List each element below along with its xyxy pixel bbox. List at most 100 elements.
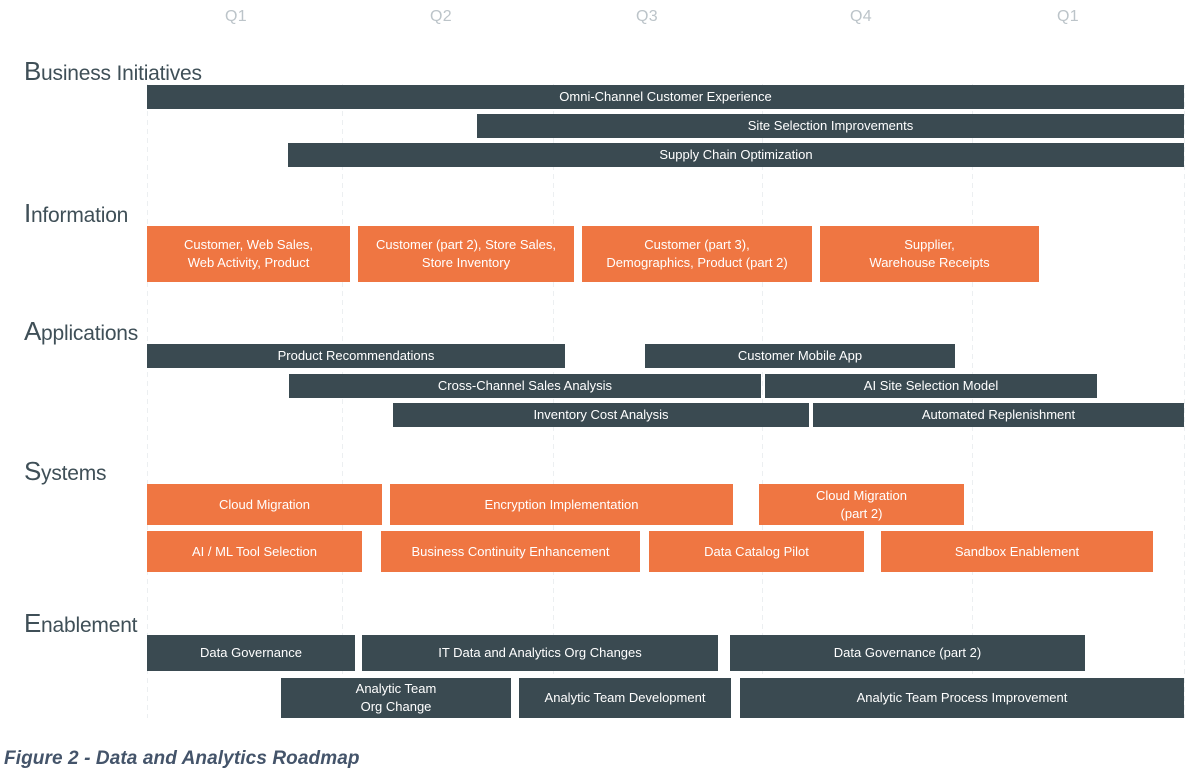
gridline-2: [553, 84, 554, 718]
roadmap-bar-label: Customer (part 3), Demographics, Product …: [606, 236, 787, 271]
roadmap-bar-label-line: Automated Replenishment: [921, 407, 1076, 423]
quarter-header-row: Q1 Q2 Q3 Q4 Q1: [0, 8, 1200, 36]
swimlane-label-initial: B: [24, 56, 42, 86]
roadmap-bar-label-line: Store Inventory: [421, 255, 511, 270]
roadmap-bar[interactable]: Analytic Team Process Improvement: [740, 678, 1184, 718]
roadmap-bar-label-line: Warehouse Receipts: [869, 255, 990, 270]
roadmap-bar-label: Analytic Team Development: [545, 689, 706, 707]
roadmap-bar-label-line: Customer, Web Sales,: [183, 237, 314, 253]
roadmap-bar[interactable]: Cloud Migration (part 2): [759, 484, 964, 525]
roadmap-bar-label: Customer, Web Sales, Web Activity, Produc…: [184, 236, 313, 271]
roadmap-bar-label: Cloud Migration: [219, 496, 310, 514]
swimlane-label-initial: E: [24, 608, 42, 638]
roadmap-bar[interactable]: Cloud Migration: [147, 484, 382, 525]
roadmap-bar-label: Cloud Migration (part 2): [816, 487, 907, 522]
roadmap-bar-label-line: Analytic Team Development: [544, 690, 706, 706]
roadmap-bar[interactable]: Supply Chain Optimization: [288, 143, 1184, 167]
roadmap-bar-label-line: Business Continuity Enhancement: [411, 543, 610, 559]
roadmap-bar-label: Omni-Channel Customer Experience: [559, 88, 771, 106]
quarter-label-1: Q2: [430, 8, 452, 25]
figure-caption: Figure 2 - Data and Analytics Roadmap: [4, 748, 360, 769]
roadmap-bar[interactable]: Site Selection Improvements: [477, 114, 1184, 138]
roadmap-bar-label: Site Selection Improvements: [748, 117, 913, 135]
roadmap-bar[interactable]: Customer Mobile App: [645, 344, 955, 368]
roadmap-bar[interactable]: Supplier, Warehouse Receipts: [820, 226, 1039, 282]
gridline-0: [147, 84, 148, 718]
roadmap-bar-label: AI Site Selection Model: [864, 377, 998, 395]
swimlane-label-applications: Applications: [24, 318, 138, 344]
swimlane-label-initial: I: [24, 198, 31, 228]
quarter-label-0: Q1: [225, 8, 247, 25]
roadmap-bar-label: Inventory Cost Analysis: [533, 406, 668, 424]
roadmap-bar[interactable]: Customer (part 3), Demographics, Product …: [582, 226, 812, 282]
roadmap-bar[interactable]: Data Catalog Pilot: [649, 531, 864, 572]
roadmap-bar-label: Cross-Channel Sales Analysis: [438, 377, 612, 395]
roadmap-bar-label-line: Supplier,: [904, 237, 955, 253]
swimlane-label-enablement: Enablement: [24, 608, 138, 638]
roadmap-bar[interactable]: Encryption Implementation: [390, 484, 733, 525]
gridline-3: [762, 84, 763, 718]
roadmap-bar-label: Supplier, Warehouse Receipts: [869, 236, 989, 271]
roadmap-bar[interactable]: Inventory Cost Analysis: [393, 403, 809, 427]
roadmap-bar-label: Analytic Team Org Change: [356, 680, 437, 715]
roadmap-bar-label-line: Demographics, Product (part 2): [606, 255, 788, 270]
gridline-1: [342, 84, 343, 718]
roadmap-bar-label: Business Continuity Enhancement: [411, 543, 609, 561]
roadmap-bar-label: Data Governance (part 2): [834, 644, 981, 662]
roadmap-bar-label-line: Customer Mobile App: [737, 348, 863, 364]
roadmap-bar[interactable]: Omni-Channel Customer Experience: [147, 85, 1184, 109]
roadmap-bar-label: AI / ML Tool Selection: [192, 543, 317, 561]
roadmap-bar[interactable]: Data Governance: [147, 635, 355, 671]
roadmap-bar-label-line: Omni-Channel Customer Experience: [559, 89, 772, 105]
roadmap-bar-label-line: Org Change: [360, 699, 432, 714]
swimlane-label-systems: Systems: [24, 456, 107, 486]
roadmap-bar-label: Encryption Implementation: [485, 496, 639, 514]
roadmap-bar-label-line: Data Catalog Pilot: [704, 543, 809, 559]
roadmap-bar-label: Supply Chain Optimization: [659, 146, 812, 164]
roadmap-bar-label: Automated Replenishment: [922, 406, 1075, 424]
roadmap-bar-label-line: Cloud Migration: [815, 487, 908, 503]
roadmap-bar-label-line: Supply Chain Optimization: [659, 147, 813, 163]
roadmap-bar-label-line: Data Governance: [200, 645, 302, 661]
swimlane-label-information: Information: [24, 200, 128, 226]
roadmap-bar-label-line: Product Recommendations: [277, 348, 435, 364]
swimlane-label-text: ystems: [41, 462, 107, 485]
roadmap-bar[interactable]: Product Recommendations: [147, 344, 565, 368]
roadmap-bar[interactable]: Customer, Web Sales, Web Activity, Produc…: [147, 226, 350, 282]
quarter-label-4: Q1: [1057, 8, 1079, 25]
roadmap-bar-label-line: Customer (part 3),: [644, 237, 750, 253]
gridline-5: [1184, 84, 1185, 718]
roadmap-bar[interactable]: AI / ML Tool Selection: [147, 531, 362, 572]
roadmap-bar-label-line: Inventory Cost Analysis: [533, 407, 669, 423]
roadmap-bar[interactable]: Cross-Channel Sales Analysis: [289, 374, 761, 398]
roadmap-bar[interactable]: Business Continuity Enhancement: [381, 531, 640, 572]
roadmap-bar-label: Data Catalog Pilot: [704, 543, 809, 561]
swimlane-label-text: nablement: [41, 614, 138, 637]
roadmap-bar-label-line: (part 2): [840, 505, 883, 521]
roadmap-bar-label: Sandbox Enablement: [955, 543, 1079, 561]
roadmap-bar-label-line: Web Activity, Product: [187, 255, 310, 270]
roadmap-bar-label: IT Data and Analytics Org Changes: [438, 644, 642, 662]
roadmap-bar[interactable]: Analytic Team Org Change: [281, 678, 511, 718]
swimlane-label-text: pplications: [41, 322, 139, 345]
roadmap-bar-label-line: Analytic Team: [355, 681, 437, 697]
quarter-label-2: Q3: [636, 8, 658, 25]
roadmap-bar[interactable]: Customer (part 2), Store Sales, Store Inv…: [358, 226, 574, 282]
swimlane-label-initial: S: [24, 456, 42, 486]
roadmap-bar-label-line: Customer (part 2), Store Sales,: [376, 237, 556, 253]
swimlane-label-text: nformation: [30, 204, 129, 227]
roadmap-bar[interactable]: AI Site Selection Model: [765, 374, 1097, 398]
roadmap-bar[interactable]: Sandbox Enablement: [881, 531, 1153, 572]
timeline-gridlines: [0, 84, 1200, 718]
roadmap-bar[interactable]: Data Governance (part 2): [730, 635, 1085, 671]
roadmap-bar-label-line: Cloud Migration: [218, 496, 311, 512]
roadmap-bar-label: Product Recommendations: [278, 347, 435, 365]
roadmap-bar-label-line: Data Governance (part 2): [833, 645, 982, 661]
roadmap-bar-label-line: Cross-Channel Sales Analysis: [437, 378, 613, 394]
roadmap-bar[interactable]: IT Data and Analytics Org Changes: [362, 635, 718, 671]
roadmap-bar[interactable]: Automated Replenishment: [813, 403, 1184, 427]
roadmap-bar-label: Analytic Team Process Improvement: [857, 689, 1068, 707]
roadmap-bar[interactable]: Analytic Team Development: [519, 678, 731, 718]
roadmap-bar-label-line: Analytic Team Process Improvement: [856, 690, 1068, 706]
roadmap-bar-label: Customer Mobile App: [738, 347, 862, 365]
